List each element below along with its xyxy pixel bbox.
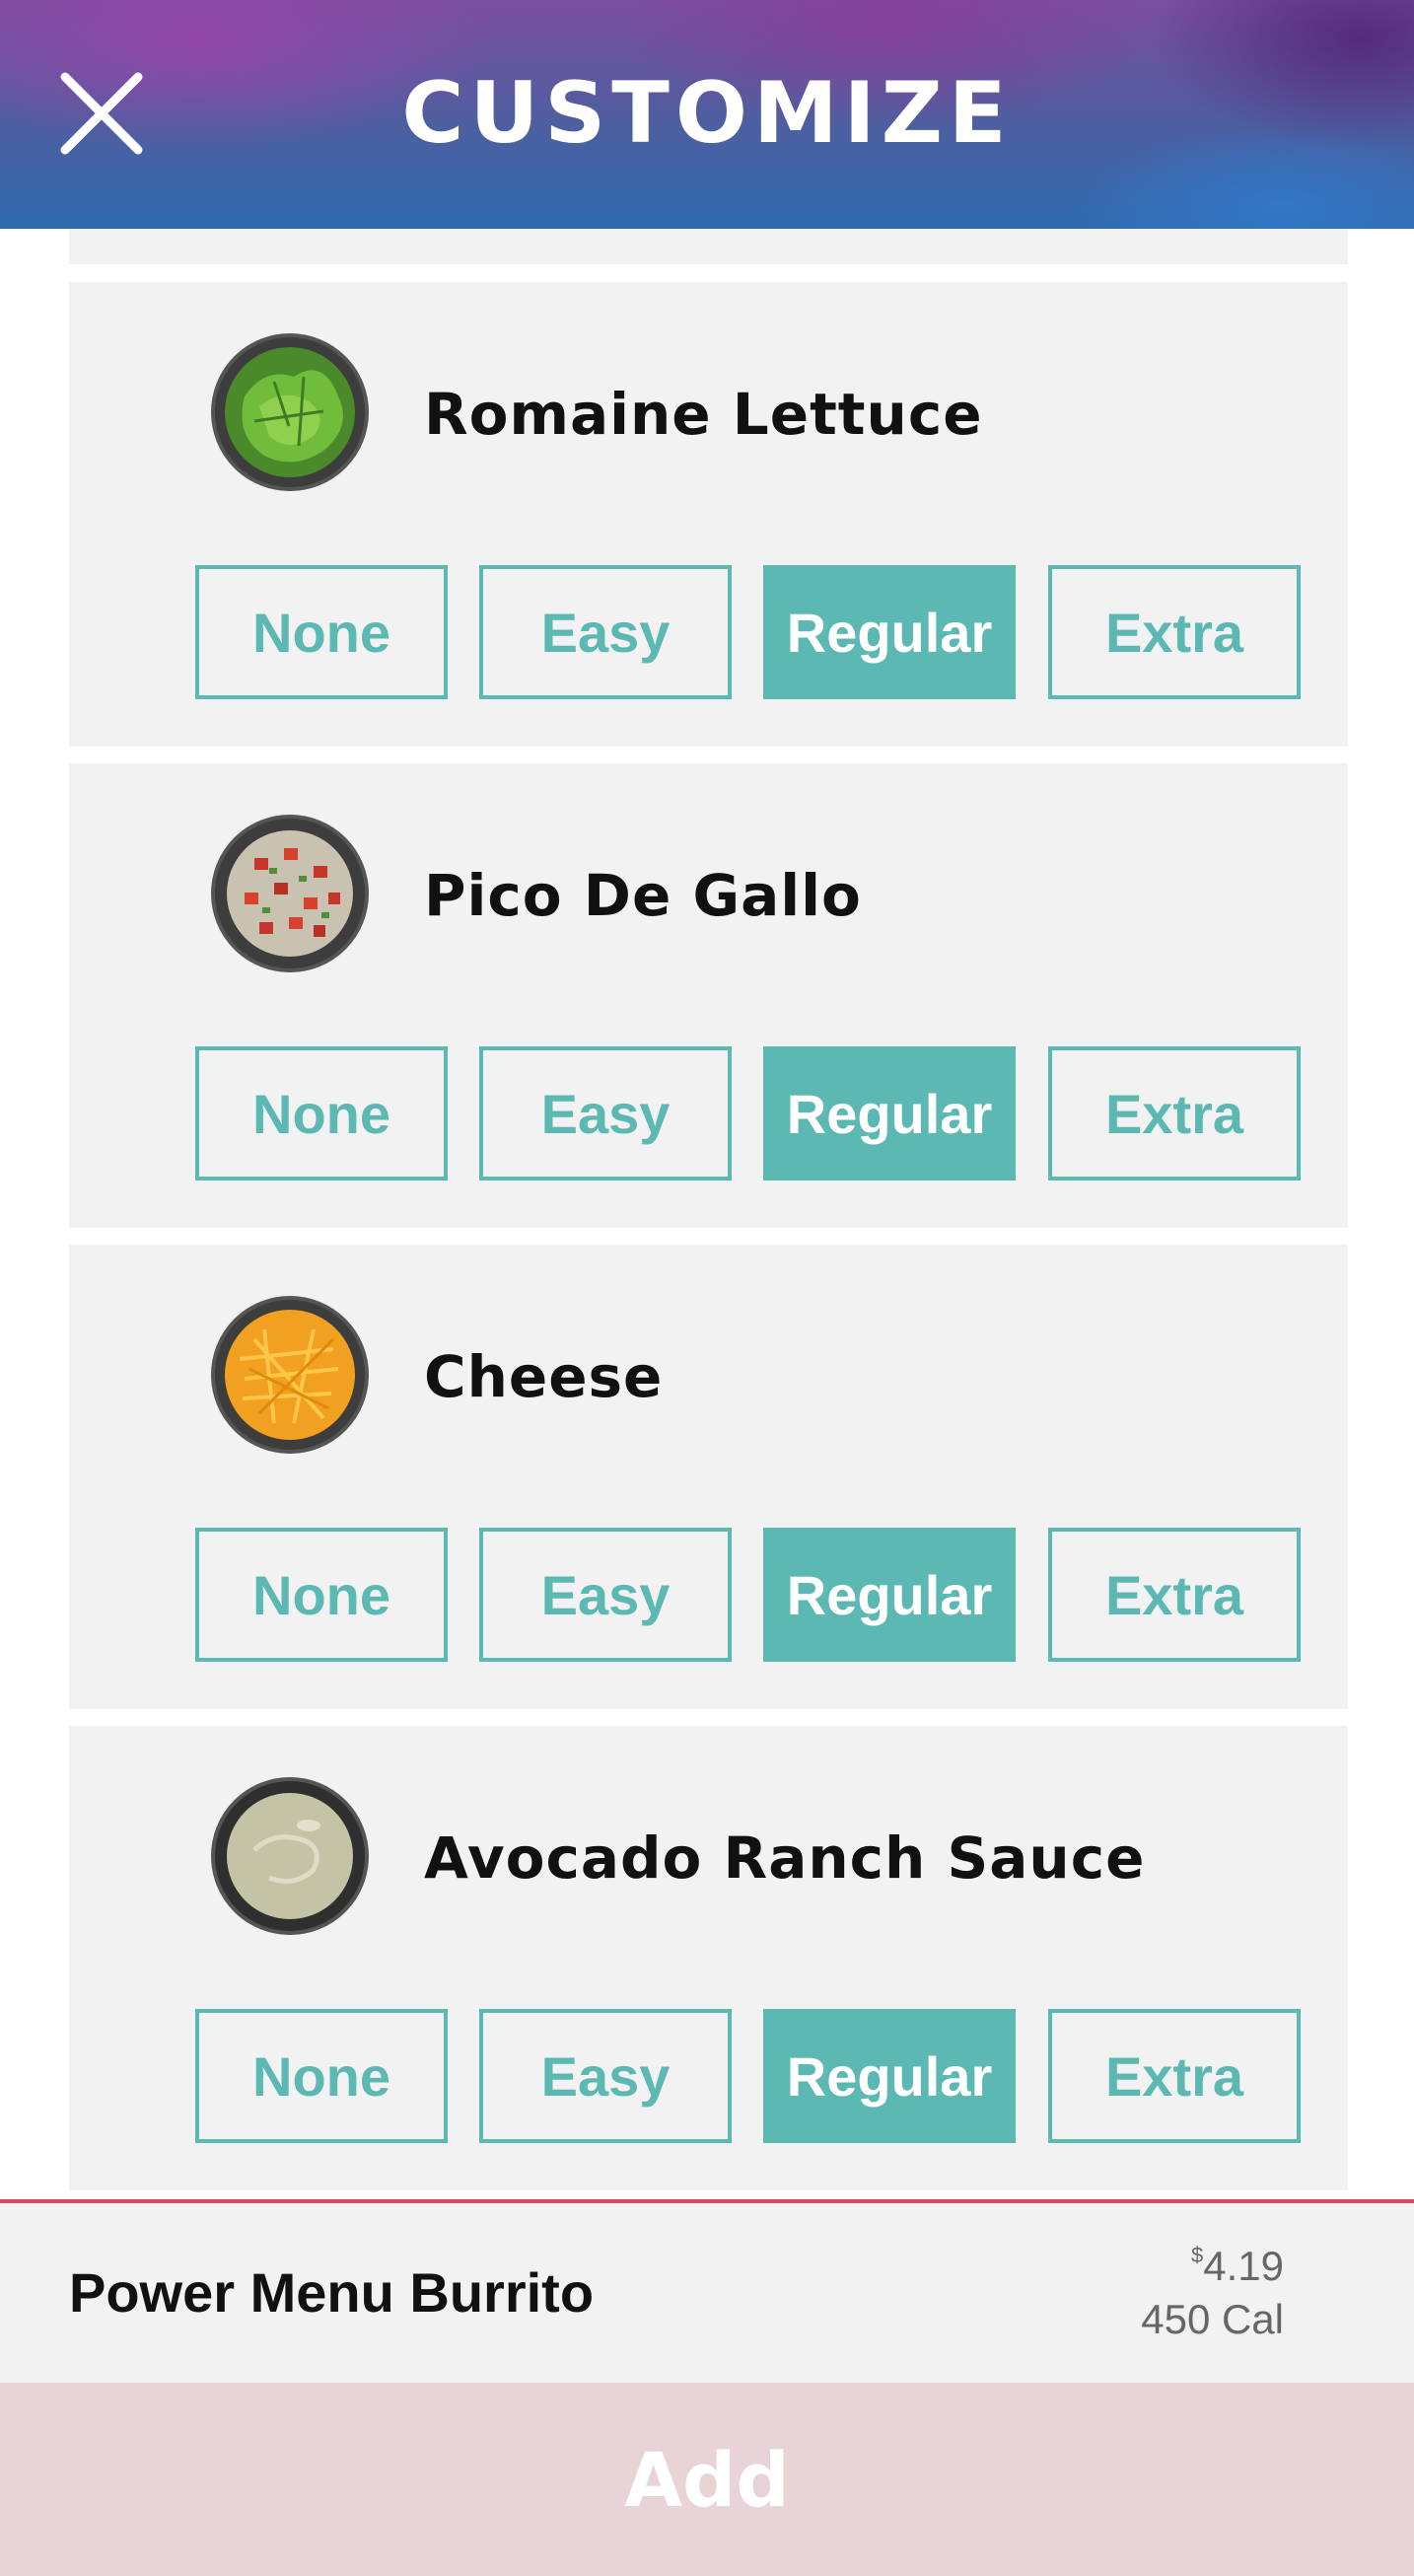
ingredient-name: Cheese bbox=[424, 1343, 664, 1410]
ingredient-name: Romaine Lettuce bbox=[424, 381, 983, 448]
shredded-cheese-image bbox=[211, 1296, 369, 1454]
option-extra-button[interactable]: Extra bbox=[1048, 1046, 1301, 1181]
option-easy-button[interactable]: Easy bbox=[479, 565, 732, 699]
romaine-lettuce-image bbox=[211, 333, 369, 491]
price-value: 4.19 bbox=[1203, 2243, 1284, 2289]
product-name: Power Menu Burrito bbox=[69, 2261, 595, 2324]
pico-de-gallo-image bbox=[211, 815, 369, 972]
option-easy-button[interactable]: Easy bbox=[479, 1528, 732, 1662]
option-none-button[interactable]: None bbox=[195, 2009, 448, 2143]
ingredient-card-cheese: Cheese None Easy Regular Extra bbox=[69, 1245, 1348, 1709]
avocado-ranch-sauce-image bbox=[211, 1777, 369, 1935]
ingredient-card-pico-de-gallo: Pico De Gallo None Easy Regular Extra bbox=[69, 763, 1348, 1228]
option-extra-button[interactable]: Extra bbox=[1048, 2009, 1301, 2143]
option-none-button[interactable]: None bbox=[195, 1528, 448, 1662]
currency-symbol: $ bbox=[1191, 2243, 1204, 2267]
ingredient-card-avocado-ranch-sauce: Avocado Ranch Sauce None Easy Regular Ex… bbox=[69, 1726, 1348, 2190]
order-summary-bar: Power Menu Burrito $4.19 450 Cal bbox=[0, 2203, 1414, 2383]
option-regular-button[interactable]: Regular bbox=[763, 2009, 1016, 2143]
option-extra-button[interactable]: Extra bbox=[1048, 1528, 1301, 1662]
ingredient-name: Avocado Ranch Sauce bbox=[424, 1825, 1146, 1892]
option-regular-button[interactable]: Regular bbox=[763, 1046, 1016, 1181]
ingredient-list[interactable]: Romaine Lettuce None Easy Regular Extra bbox=[0, 229, 1414, 2199]
header-bar: CUSTOMIZE bbox=[0, 0, 1414, 229]
ingredient-card-romaine-lettuce: Romaine Lettuce None Easy Regular Extra bbox=[69, 282, 1348, 747]
product-calories: 450 Cal bbox=[1141, 2296, 1284, 2342]
previous-card-edge bbox=[69, 229, 1348, 264]
option-regular-button[interactable]: Regular bbox=[763, 1528, 1016, 1662]
product-price: $4.19 bbox=[1191, 2243, 1284, 2290]
option-extra-button[interactable]: Extra bbox=[1048, 565, 1301, 699]
page-title: CUSTOMIZE bbox=[401, 64, 1013, 163]
option-regular-button[interactable]: Regular bbox=[763, 565, 1016, 699]
add-button[interactable]: Add bbox=[0, 2383, 1414, 2576]
ingredient-name: Pico De Gallo bbox=[424, 862, 862, 929]
option-easy-button[interactable]: Easy bbox=[479, 2009, 732, 2143]
option-easy-button[interactable]: Easy bbox=[479, 1046, 732, 1181]
option-none-button[interactable]: None bbox=[195, 1046, 448, 1181]
option-none-button[interactable]: None bbox=[195, 565, 448, 699]
